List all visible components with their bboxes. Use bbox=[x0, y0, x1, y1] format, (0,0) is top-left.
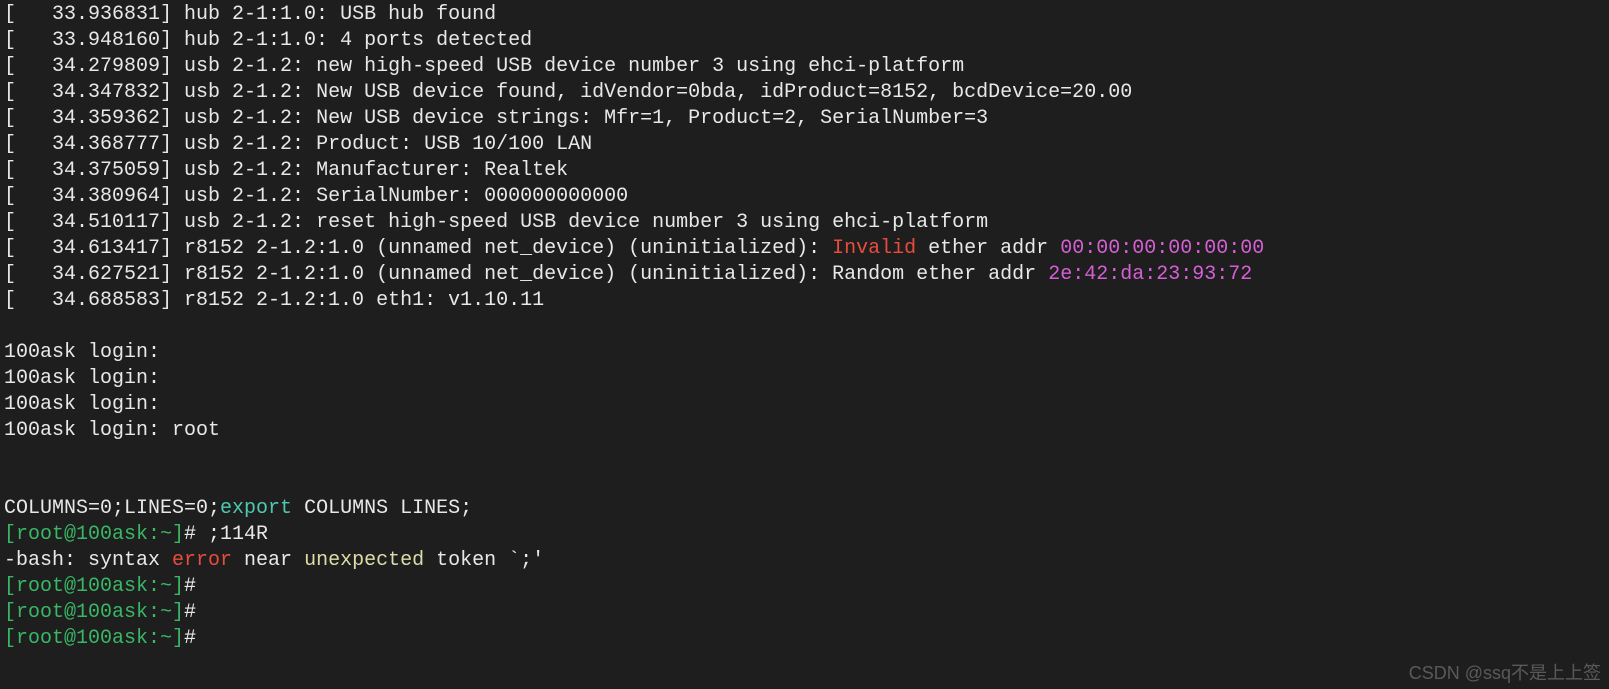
dmesg-line: [ 33.936831] hub 2-1:1.0: USB hub found bbox=[4, 2, 1609, 28]
dmesg-msg: Random ether addr bbox=[832, 263, 1048, 286]
dmesg-msg: v1.10.11 bbox=[448, 289, 544, 312]
dmesg-timestamp: [ 33.948160] bbox=[4, 29, 184, 52]
dmesg-timestamp: [ 34.347832] bbox=[4, 81, 184, 104]
env-line: COLUMNS=0;LINES=0;export COLUMNS LINES; bbox=[4, 496, 1609, 522]
command-text: ;114R bbox=[196, 523, 268, 546]
prompt-line: [root@100ask:~]# bbox=[4, 626, 1609, 652]
dmesg-device: r8152 2-1.2:1.0 (unnamed net_device) (un… bbox=[184, 237, 832, 260]
dmesg-msg: new high-speed USB device number 3 using… bbox=[316, 55, 964, 78]
export-keyword: export bbox=[220, 497, 292, 520]
dmesg-device: hub 2-1:1.0: bbox=[184, 3, 340, 26]
dmesg-msg: Product: USB 10/100 LAN bbox=[316, 133, 592, 156]
bash-error-line: -bash: syntax error near unexpected toke… bbox=[4, 548, 1609, 574]
dmesg-line: [ 34.375059] usb 2-1.2: Manufacturer: Re… bbox=[4, 158, 1609, 184]
dmesg-device: usb 2-1.2: bbox=[184, 55, 316, 78]
login-line: 100ask login: bbox=[4, 340, 1609, 366]
shell-prompt: [root@100ask:~] bbox=[4, 523, 184, 546]
shell-prompt: [root@100ask:~] bbox=[4, 627, 184, 650]
dmesg-device: usb 2-1.2: bbox=[184, 133, 316, 156]
env-assign: COLUMNS=0;LINES=0; bbox=[4, 497, 220, 520]
dmesg-msg: 4 ports detected bbox=[340, 29, 532, 52]
blank-line bbox=[4, 444, 1609, 470]
dmesg-line: [ 34.627521] r8152 2-1.2:1.0 (unnamed ne… bbox=[4, 262, 1609, 288]
dmesg-msg: reset high-speed USB device number 3 usi… bbox=[316, 211, 988, 234]
prompt-hash: # bbox=[184, 575, 196, 598]
dmesg-line: [ 34.279809] usb 2-1.2: new high-speed U… bbox=[4, 54, 1609, 80]
dmesg-timestamp: [ 33.936831] bbox=[4, 3, 184, 26]
prompt-hash: # bbox=[184, 523, 196, 546]
env-vars: COLUMNS LINES; bbox=[292, 497, 472, 520]
prompt-line: [root@100ask:~]# bbox=[4, 574, 1609, 600]
dmesg-msg: Manufacturer: Realtek bbox=[316, 159, 568, 182]
prompt-hash: # bbox=[184, 601, 196, 624]
dmesg-timestamp: [ 34.510117] bbox=[4, 211, 184, 234]
dmesg-line: [ 34.347832] usb 2-1.2: New USB device f… bbox=[4, 80, 1609, 106]
dmesg-msg: New USB device strings: Mfr=1, Product=2… bbox=[316, 107, 988, 130]
bash-error-word: error bbox=[172, 549, 232, 572]
dmesg-timestamp: [ 34.279809] bbox=[4, 55, 184, 78]
dmesg-line: [ 33.948160] hub 2-1:1.0: 4 ports detect… bbox=[4, 28, 1609, 54]
dmesg-timestamp: [ 34.359362] bbox=[4, 107, 184, 130]
dmesg-device: usb 2-1.2: bbox=[184, 185, 316, 208]
login-prompt: 100ask login: bbox=[4, 393, 172, 416]
dmesg-msg: USB hub found bbox=[340, 3, 496, 26]
bash-error-text: token `;' bbox=[424, 549, 544, 572]
dmesg-device: usb 2-1.2: bbox=[184, 107, 316, 130]
login-line: 100ask login: root bbox=[4, 418, 1609, 444]
login-line: 100ask login: bbox=[4, 366, 1609, 392]
dmesg-device: usb 2-1.2: bbox=[184, 81, 316, 104]
dmesg-device: r8152 2-1.2:1.0 (unnamed net_device) (un… bbox=[184, 263, 832, 286]
dmesg-timestamp: [ 34.368777] bbox=[4, 133, 184, 156]
dmesg-timestamp: [ 34.375059] bbox=[4, 159, 184, 182]
dmesg-line: [ 34.510117] usb 2-1.2: reset high-speed… bbox=[4, 210, 1609, 236]
dmesg-device: usb 2-1.2: bbox=[184, 159, 316, 182]
dmesg-line: [ 34.613417] r8152 2-1.2:1.0 (unnamed ne… bbox=[4, 236, 1609, 262]
terminal-output[interactable]: [ 33.936831] hub 2-1:1.0: USB hub found[… bbox=[0, 0, 1609, 652]
dmesg-msg: SerialNumber: 000000000000 bbox=[316, 185, 628, 208]
shell-prompt: [root@100ask:~] bbox=[4, 601, 184, 624]
bash-error-text: near bbox=[232, 549, 304, 572]
dmesg-line: [ 34.359362] usb 2-1.2: New USB device s… bbox=[4, 106, 1609, 132]
dmesg-device: hub 2-1:1.0: bbox=[184, 29, 340, 52]
dmesg-timestamp: [ 34.613417] bbox=[4, 237, 184, 260]
mac-address: 2e:42:da:23:93:72 bbox=[1048, 263, 1252, 286]
dmesg-device: usb 2-1.2: bbox=[184, 211, 316, 234]
dmesg-line: [ 34.368777] usb 2-1.2: Product: USB 10/… bbox=[4, 132, 1609, 158]
dmesg-highlight: Invalid bbox=[832, 237, 916, 260]
dmesg-msg: ether addr bbox=[916, 237, 1060, 260]
dmesg-line: [ 34.688583] r8152 2-1.2:1.0 eth1: v1.10… bbox=[4, 288, 1609, 314]
dmesg-timestamp: [ 34.688583] bbox=[4, 289, 184, 312]
dmesg-device: r8152 2-1.2:1.0 eth1: bbox=[184, 289, 448, 312]
mac-address: 00:00:00:00:00:00 bbox=[1060, 237, 1264, 260]
dmesg-msg: New USB device found, idVendor=0bda, idP… bbox=[316, 81, 1132, 104]
prompt-line: [root@100ask:~]# ;114R bbox=[4, 522, 1609, 548]
login-prompt: 100ask login: root bbox=[4, 419, 220, 442]
blank-line bbox=[4, 314, 1609, 340]
prompt-hash: # bbox=[184, 627, 196, 650]
login-prompt: 100ask login: bbox=[4, 367, 172, 390]
login-line: 100ask login: bbox=[4, 392, 1609, 418]
watermark: CSDN @ssq不是上上签 bbox=[1409, 662, 1601, 685]
blank-line bbox=[4, 470, 1609, 496]
shell-prompt: [root@100ask:~] bbox=[4, 575, 184, 598]
bash-error-text: -bash: syntax bbox=[4, 549, 172, 572]
dmesg-timestamp: [ 34.380964] bbox=[4, 185, 184, 208]
login-prompt: 100ask login: bbox=[4, 341, 172, 364]
bash-unexpected: unexpected bbox=[304, 549, 424, 572]
dmesg-timestamp: [ 34.627521] bbox=[4, 263, 184, 286]
dmesg-line: [ 34.380964] usb 2-1.2: SerialNumber: 00… bbox=[4, 184, 1609, 210]
prompt-line: [root@100ask:~]# bbox=[4, 600, 1609, 626]
